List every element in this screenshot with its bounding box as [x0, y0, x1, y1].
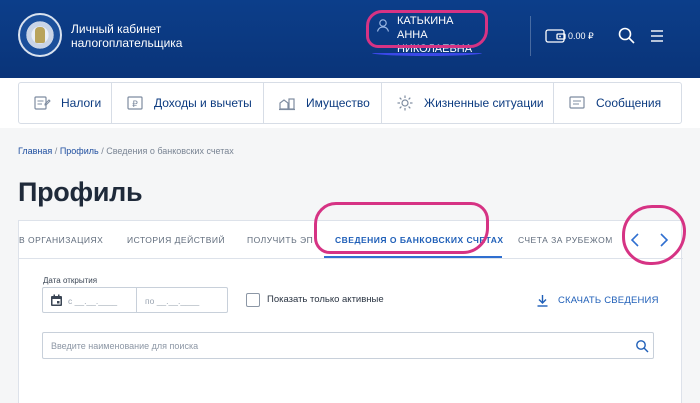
- breadcrumb-separator: /: [101, 146, 104, 156]
- download-button[interactable]: СКАЧАТЬ СВЕДЕНИЯ: [536, 292, 659, 308]
- wallet-icon[interactable]: [545, 28, 567, 44]
- page-title: Профиль: [18, 177, 143, 207]
- menu-icon[interactable]: [648, 27, 666, 45]
- nav-item-taxes[interactable]: Налоги: [19, 83, 112, 123]
- header-divider: [530, 16, 531, 56]
- date-from-input[interactable]: с __.__.____: [68, 296, 117, 306]
- search-input[interactable]: [51, 338, 611, 354]
- active-tab-indicator: [324, 256, 502, 258]
- property-icon: [279, 98, 295, 111]
- date-to-input[interactable]: по __.__.____: [145, 296, 199, 306]
- breadcrumb-home[interactable]: Главная: [18, 146, 52, 156]
- messages-icon: [569, 96, 585, 109]
- cabinet-title[interactable]: Личный кабинет налогоплательщика: [71, 22, 191, 50]
- nav-item-property[interactable]: Имущество: [264, 83, 382, 123]
- nav-item-life-situations-label: Жизненные ситуации: [424, 96, 544, 110]
- user-name-annotation: [366, 10, 488, 48]
- active-only-checkbox[interactable]: [246, 293, 260, 307]
- nav-item-messages-label: Сообщения: [596, 96, 662, 110]
- nav-item-life-situations[interactable]: Жизненные ситуации: [382, 83, 554, 123]
- cabinet-title-line2: налогоплательщика: [71, 36, 183, 50]
- site-header: Личный кабинет налогоплательщика КАТЬКИН…: [0, 0, 700, 78]
- nav-item-income[interactable]: ₽ Доходы и вычеты: [112, 83, 264, 123]
- search-field[interactable]: [42, 332, 654, 359]
- active-only-label[interactable]: Показать только активные: [267, 294, 384, 305]
- main-nav: Налоги ₽ Доходы и вычеты Имущество Жизне…: [0, 78, 700, 128]
- tab-organizations[interactable]: В ОРГАНИЗАЦИЯХ: [19, 235, 103, 245]
- breadcrumb-separator: /: [54, 146, 58, 156]
- breadcrumb-current: Сведения о банковских счетах: [106, 146, 234, 156]
- download-label: СКАЧАТЬ СВЕДЕНИЯ: [558, 294, 659, 306]
- taxes-icon: [34, 96, 51, 110]
- user-scribble-annotation: [372, 50, 482, 56]
- fns-emblem-icon[interactable]: [18, 13, 62, 57]
- bank-accounts-tab-annotation: [314, 202, 489, 254]
- tab-foreign-accounts[interactable]: СЧЕТА ЗА РУБЕЖОМ: [518, 235, 613, 245]
- nav-item-messages[interactable]: Сообщения: [554, 83, 681, 123]
- nav-item-income-label: Доходы и вычеты: [154, 96, 252, 110]
- search-icon[interactable]: [635, 339, 649, 353]
- nav-item-taxes-label: Налоги: [61, 96, 102, 110]
- tab-get-signature[interactable]: ПОЛУЧИТЬ ЭП: [247, 235, 313, 245]
- date-range-divider: [136, 288, 137, 312]
- calendar-icon[interactable]: [50, 294, 63, 307]
- balance-amount[interactable]: 0.00 ₽: [568, 31, 594, 42]
- cabinet-title-line1: Личный кабинет: [71, 22, 162, 36]
- income-icon: ₽: [127, 96, 143, 110]
- breadcrumb-profile[interactable]: Профиль: [60, 146, 99, 156]
- svg-text:₽: ₽: [132, 100, 138, 110]
- date-range-picker[interactable]: с __.__.____ по __.__.____: [42, 287, 228, 313]
- life-situations-icon: [397, 95, 413, 111]
- download-icon: [537, 294, 548, 307]
- date-filter-label: Дата открытия: [43, 276, 98, 285]
- breadcrumb: Главная / Профиль / Сведения о банковски…: [18, 146, 234, 156]
- nav-item-property-label: Имущество: [306, 96, 370, 110]
- tabs-fade: [609, 222, 623, 258]
- tab-action-history[interactable]: ИСТОРИЯ ДЕЙСТВИЙ: [127, 235, 225, 245]
- search-icon[interactable]: [617, 26, 637, 46]
